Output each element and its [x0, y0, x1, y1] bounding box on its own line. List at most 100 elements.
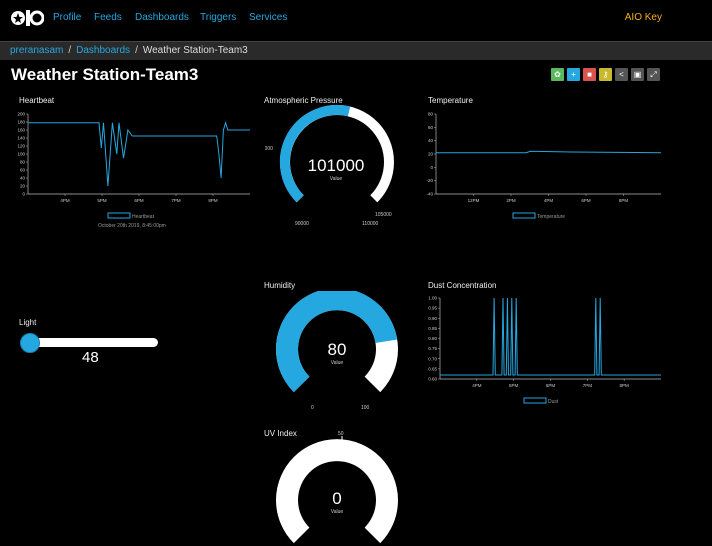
temperature-legend-label: Temperature [537, 214, 565, 220]
delete-button[interactable]: ■ [583, 68, 596, 81]
x-tick-label: 7PM [583, 383, 593, 388]
y-tick-label: 60 [428, 125, 434, 130]
humidity-gauge: 80 Value 0 100 [276, 291, 398, 411]
breadcrumb-dashboards[interactable]: Dashboards [76, 45, 130, 56]
y-tick-label: 0.70 [428, 356, 437, 361]
nav-triggers[interactable]: Triggers [200, 12, 236, 23]
share-button[interactable]: < [615, 68, 628, 81]
x-tick-label: 2PM [506, 198, 516, 203]
y-tick-label: 0.90 [428, 316, 437, 321]
y-tick-label: 0 [22, 192, 25, 197]
pressure-mid-label: 95000 [265, 146, 273, 152]
temperature-chart[interactable]: 80 60 40 20 0 -20 -40 12PM 2PM 4PM 6PM 8PM Temperat… [418, 106, 663, 226]
humidity-title: Humidity [264, 281, 296, 290]
share-icon: < [619, 70, 624, 79]
x-tick-label: 4PM [60, 198, 70, 203]
temperature-title: Temperature [428, 96, 473, 105]
slider-thumb[interactable] [20, 333, 40, 353]
x-tick-label: 7PM [171, 198, 181, 203]
y-tick-label: 1.00 [428, 296, 437, 301]
lock-button[interactable]: ▣ [631, 68, 644, 81]
settings-button[interactable]: ✿ [551, 68, 564, 81]
light-value: 48 [82, 349, 99, 366]
x-tick-label: 8PM [620, 383, 630, 388]
y-tick-label: 140 [17, 136, 25, 141]
x-tick-label: 5PM [97, 198, 107, 203]
pressure-value: 101000 [308, 156, 365, 175]
breadcrumb: preranasam / Dashboards / Weather Station-Te… [0, 41, 712, 60]
nav-profile[interactable]: Profile [53, 12, 81, 23]
uv-value: 0 [332, 489, 341, 508]
heartbeat-timestamp: October 20th 2019, 8:45:00pm [98, 223, 166, 229]
fullscreen-button[interactable]: ⤢ [647, 68, 660, 81]
heartbeat-legend-swatch [107, 212, 131, 219]
y-tick-label: 0.65 [428, 366, 437, 371]
dust-legend-swatch [523, 397, 547, 404]
y-tick-label: -20 [426, 178, 433, 183]
y-tick-label: 200 [17, 112, 25, 117]
uv-gauge: 50 0 Value [276, 431, 398, 544]
adafruit-io-logo[interactable] [10, 5, 44, 31]
series-line [440, 297, 661, 376]
pressure-max-label: 110000 [362, 221, 379, 227]
x-tick-label: 4PM [472, 383, 482, 388]
fullscreen-icon: ⤢ [650, 69, 657, 79]
nav-services[interactable]: Services [249, 12, 287, 23]
nav-feeds[interactable]: Feeds [94, 12, 122, 23]
y-tick-label: 0 [430, 165, 433, 170]
series-line [28, 121, 250, 187]
y-tick-label: 0.95 [428, 306, 437, 311]
y-tick-label: 0.85 [428, 326, 437, 331]
y-tick-label: -40 [426, 192, 433, 197]
humidity-unit: Value [331, 360, 344, 366]
light-title: Light [19, 318, 37, 327]
add-block-button[interactable]: + [567, 68, 580, 81]
x-tick-label: 12PM [468, 198, 480, 203]
aio-key-link[interactable]: AIO Key [625, 12, 662, 23]
heartbeat-chart[interactable]: 2001801601401201008060402004PM 5PM 6PM 7PM 8… [10, 106, 255, 231]
nav-dashboards[interactable]: Dashboards [135, 12, 189, 23]
page-title: Weather Station-Team3 [11, 65, 199, 84]
pressure-max-label2: 105000 [375, 212, 392, 218]
gauge-fill [279, 104, 351, 203]
pressure-unit: Value [330, 176, 343, 182]
breadcrumb-current: Weather Station-Team3 [142, 45, 248, 56]
breadcrumb-user[interactable]: preranasam [10, 45, 63, 56]
gear-icon: ✿ [554, 70, 561, 79]
y-tick-label: 0.80 [428, 336, 437, 341]
breadcrumb-separator: / [135, 45, 138, 56]
y-tick-label: 20 [428, 152, 434, 157]
slider-track[interactable] [28, 338, 158, 347]
dust-chart[interactable]: 1.00 0.95 0.90 0.85 0.80 0.75 0.70 0.65 0.60 4PM 5… [418, 291, 663, 406]
x-tick-label: 6PM [546, 383, 556, 388]
heartbeat-legend-label: Heartbeat [132, 214, 155, 220]
y-tick-label: 0.75 [428, 346, 437, 351]
y-tick-label: 120 [17, 144, 25, 149]
y-tick-label: 20 [20, 184, 26, 189]
lock-icon: ▣ [633, 70, 642, 79]
uv-unit: Value [331, 509, 344, 515]
y-tick-label: 180 [17, 120, 25, 125]
y-tick-label: 60 [20, 168, 26, 173]
humidity-min-label: 0 [311, 405, 314, 411]
y-tick-label: 80 [428, 112, 434, 117]
y-tick-label: 100 [17, 152, 25, 157]
x-tick-label: 8PM [619, 198, 629, 203]
dashboard-toolbar: ✿ + ■ ⚷ < ▣ ⤢ [551, 68, 660, 81]
y-tick-label: 80 [20, 160, 26, 165]
dust-title: Dust Concentration [428, 281, 497, 290]
y-tick-label: 40 [20, 176, 26, 181]
pressure-min-label: 90000 [295, 221, 309, 227]
y-tick-label: 0.60 [428, 377, 437, 382]
series-line [436, 150, 662, 154]
humidity-value: 80 [328, 340, 347, 359]
uv-max-label: 50 [338, 431, 344, 437]
temperature-legend-swatch [512, 212, 536, 219]
dust-legend-label: Dust [548, 399, 559, 405]
top-navbar: Profile Feeds Dashboards Triggers Servic… [0, 0, 712, 38]
key-button[interactable]: ⚷ [599, 68, 612, 81]
x-tick-label: 8PM [208, 198, 218, 203]
y-tick-label: 40 [428, 138, 434, 143]
trash-icon: ■ [587, 70, 592, 79]
heartbeat-title: Heartbeat [19, 96, 55, 105]
